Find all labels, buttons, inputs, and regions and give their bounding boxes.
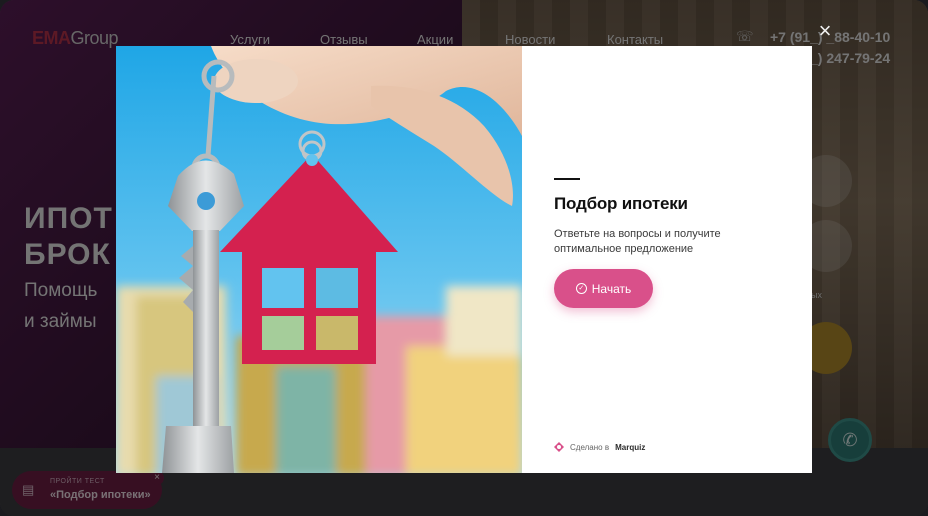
modal-title: Подбор ипотеки [554,194,688,213]
modal-description: Ответьте на вопросы и получите оптимальн… [554,228,721,255]
quiz-modal-content: Подбор ипотеки Ответьте на вопросы и пол… [522,46,812,473]
check-circle-icon: ✓ [575,283,587,294]
marquiz-brand: Marquiz [615,442,646,452]
start-quiz-label: Начать [591,281,632,296]
made-with-prefix: Сделано в [570,442,610,452]
modal-close-button[interactable]: × [814,20,836,42]
made-with-marquiz-link[interactable]: Сделано в Marquiz [554,442,645,452]
quiz-modal: Подбор ипотеки Ответьте на вопросы и пол… [116,46,812,473]
title-accent-line [554,178,580,180]
marquiz-logo-icon [554,442,564,452]
keys-house-photo [116,46,522,473]
start-quiz-button[interactable]: ✓ Начать [554,269,653,308]
